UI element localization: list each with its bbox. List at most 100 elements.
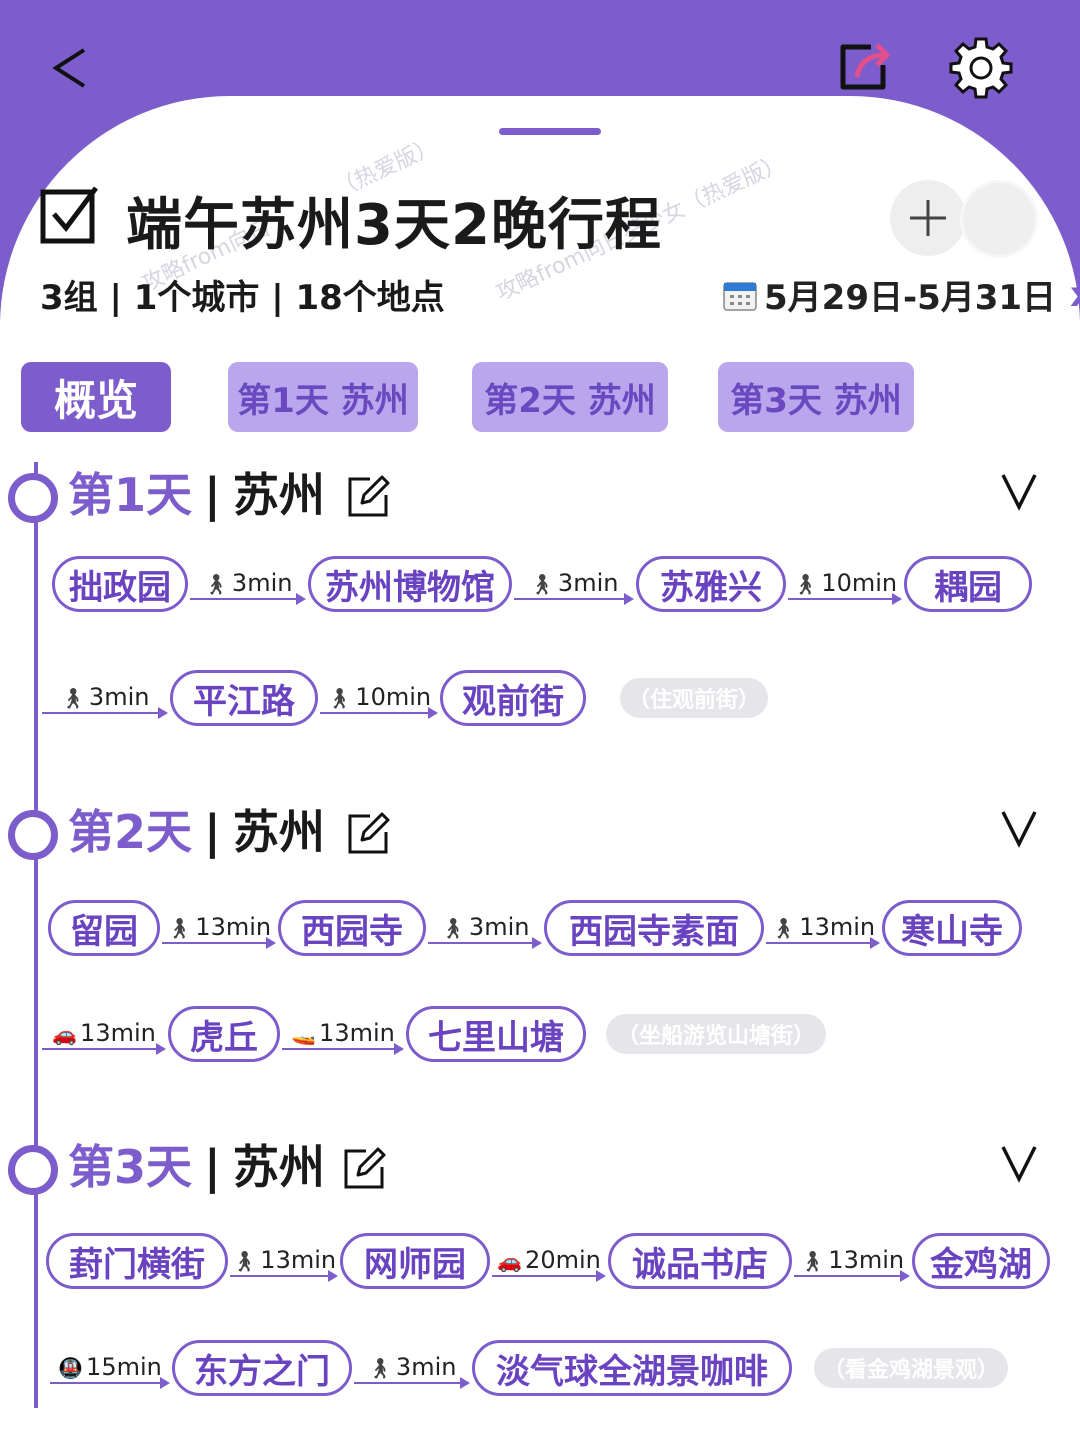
leg-label: 🚶︎ 10min <box>320 683 438 711</box>
date-clear-button[interactable]: x <box>1070 275 1080 315</box>
walking-person-icon: 🚶︎ <box>792 572 819 596</box>
leg-time: 10min <box>355 683 432 711</box>
walking-person-icon: 🚶︎ <box>203 572 229 596</box>
leg-line <box>42 712 162 714</box>
stop-pill[interactable]: 平江路 <box>170 670 318 726</box>
day-label: 第3天 <box>68 1140 193 1194</box>
leg-time: 3min <box>468 913 530 941</box>
travel-leg: 🚶︎ 3min <box>514 569 634 605</box>
leg-line <box>794 1275 904 1277</box>
tab-day-2[interactable]: 第2天 苏州 <box>472 362 668 432</box>
stop-pill[interactable]: 苏雅兴 <box>636 556 786 612</box>
stop-pill[interactable]: 拙政园 <box>52 556 188 612</box>
walking-person-icon: 🚶︎ <box>367 1356 393 1380</box>
stop-pill[interactable]: 淡气球全湖景咖啡 <box>472 1340 792 1396</box>
leg-time: 20min <box>525 1246 601 1274</box>
leg-time: 13min <box>799 913 876 941</box>
leg-line <box>492 1275 600 1277</box>
travel-leg: 🚇 15min <box>50 1353 170 1389</box>
leg-time: 10min <box>821 569 898 597</box>
plus-icon <box>910 200 946 236</box>
stop-pill[interactable]: 东方之门 <box>172 1340 352 1396</box>
page-title: 端午苏州3天2晚行程 <box>126 193 662 258</box>
share-icon <box>840 43 891 90</box>
leg-time: 15min <box>86 1353 162 1381</box>
chevron-down-icon[interactable] <box>1000 471 1038 511</box>
leg-label: 🚗 13min <box>42 1019 166 1047</box>
day-header[interactable]: 第3天 | 苏州 <box>8 1137 1068 1201</box>
avatar[interactable] <box>960 180 1038 258</box>
day-label: 第1天 <box>68 468 193 522</box>
travel-leg: 🚶︎ 13min <box>162 913 276 949</box>
day-note: （坐船游览山塘街） <box>606 1014 826 1054</box>
trip-stats: 3组 | 1个城市 | 18个地点 <box>40 278 445 318</box>
stop-pill[interactable]: 诚品书店 <box>608 1233 792 1289</box>
leg-label: 🚶︎ 3min <box>42 683 168 711</box>
leg-label: 🚶︎ 10min <box>788 569 902 597</box>
day-separator: | <box>204 805 221 859</box>
timeline-dot <box>8 1145 58 1195</box>
travel-leg: 🚶︎ 3min <box>354 1353 470 1389</box>
stop-pill[interactable]: 耦园 <box>904 556 1032 612</box>
add-collaborator-button[interactable] <box>890 180 966 256</box>
stop-pill[interactable]: 苏州博物馆 <box>308 556 512 612</box>
sheet-handle[interactable] <box>499 128 601 135</box>
chevron-down-icon[interactable] <box>1000 1143 1038 1183</box>
leg-time: 3min <box>395 1353 457 1381</box>
stop-pill[interactable]: 网师园 <box>340 1233 490 1289</box>
day-city: 苏州 <box>232 468 325 522</box>
car-icon: 🚗 <box>52 1022 78 1046</box>
boat-icon: 🚤 <box>291 1022 317 1046</box>
back-button[interactable] <box>40 38 100 98</box>
date-range-text: 5月29日-5月31日 <box>764 278 1057 318</box>
walking-person-icon: 🚶︎ <box>231 1249 258 1273</box>
leg-label: 🚶︎ 3min <box>190 569 306 597</box>
leg-line <box>190 598 300 600</box>
chevron-down-icon[interactable] <box>1000 808 1038 848</box>
travel-leg: 🚶︎ 10min <box>320 683 438 719</box>
leg-line <box>50 1382 164 1384</box>
leg-line <box>162 942 270 944</box>
day-header[interactable]: 第1天 | 苏州 <box>8 465 1068 529</box>
edit-icon[interactable] <box>346 810 392 856</box>
leg-label: 🚶︎ 3min <box>428 913 542 941</box>
stop-pill[interactable]: 金鸡湖 <box>912 1233 1050 1289</box>
day-title: 第2天 | 苏州 <box>68 796 325 862</box>
day-city: 苏州 <box>232 1140 325 1194</box>
leg-label: 🚶︎ 3min <box>354 1353 470 1381</box>
leg-label: 🚗 20min <box>492 1246 606 1274</box>
tab-day-1[interactable]: 第1天 苏州 <box>228 362 418 432</box>
leg-time: 3min <box>231 569 293 597</box>
stop-pill[interactable]: 西园寺素面 <box>544 900 764 956</box>
day-note: （看金鸡湖景观） <box>814 1348 1008 1388</box>
share-button[interactable] <box>832 38 898 94</box>
day-note: （住观前街） <box>620 678 768 718</box>
leg-line <box>354 1382 464 1384</box>
stop-pill[interactable]: 葑门横街 <box>46 1233 228 1289</box>
stop-pill[interactable]: 七里山塘 <box>406 1006 586 1062</box>
settings-button[interactable] <box>944 30 1018 104</box>
car-icon: 🚗 <box>497 1249 523 1273</box>
day-city: 苏州 <box>232 805 325 859</box>
leg-label: 🚶︎ 13min <box>162 913 276 941</box>
tab-overview[interactable]: 概览 <box>21 362 171 432</box>
stop-pill[interactable]: 西园寺 <box>278 900 426 956</box>
leg-line <box>320 712 432 714</box>
edit-icon[interactable] <box>346 473 392 519</box>
leg-line <box>788 598 896 600</box>
stop-pill[interactable]: 观前街 <box>440 670 586 726</box>
stop-pill[interactable]: 留园 <box>48 900 160 956</box>
edit-icon[interactable] <box>342 1145 388 1191</box>
stop-pill[interactable]: 虎丘 <box>168 1006 280 1062</box>
travel-leg: 🚗 20min <box>492 1246 606 1282</box>
date-range[interactable]: 5月29日-5月31日 x <box>722 270 1080 319</box>
metro-icon: 🚇 <box>58 1356 84 1380</box>
leg-label: 🚶︎ 3min <box>514 569 634 597</box>
stop-pill[interactable]: 寒山寺 <box>882 900 1022 956</box>
travel-leg: 🚗 13min <box>42 1019 166 1055</box>
travel-leg: 🚶︎ 3min <box>190 569 306 605</box>
tab-day-3[interactable]: 第3天 苏州 <box>718 362 914 432</box>
day-header[interactable]: 第2天 | 苏州 <box>8 802 1068 866</box>
walking-person-icon: 🚶︎ <box>166 916 193 940</box>
leg-time: 3min <box>557 569 619 597</box>
